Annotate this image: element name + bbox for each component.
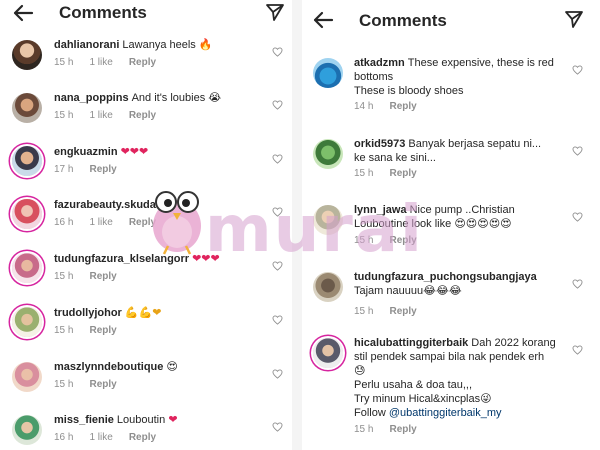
comment-username[interactable]: nana_poppins — [54, 92, 129, 104]
avatar[interactable] — [12, 253, 42, 283]
heart-outline-icon[interactable] — [572, 345, 583, 355]
heart-outline-icon[interactable] — [272, 154, 283, 164]
comment-username[interactable]: trudollyjohor — [54, 307, 122, 319]
reply-button[interactable]: Reply — [89, 271, 116, 282]
paper-plane-icon[interactable] — [265, 2, 285, 22]
comment-username[interactable]: miss_fienie — [54, 414, 114, 426]
bird-mascot-icon — [153, 191, 201, 255]
avatar[interactable] — [12, 199, 42, 229]
comment-time: 14 h — [354, 101, 374, 112]
comment-time: 15 h — [54, 57, 74, 68]
avatar[interactable] — [12, 415, 42, 445]
comment-emoji: ❤ — [168, 413, 178, 426]
comment-time: 17 h — [54, 164, 74, 175]
comment-text-line2: ke sana ke sini... — [354, 152, 436, 164]
reply-button[interactable]: Reply — [389, 306, 416, 317]
heart-outline-icon[interactable] — [572, 146, 583, 156]
comment-text-line3: Perlu usaha & doa tau,,, — [354, 379, 473, 391]
avatar[interactable] — [313, 338, 343, 368]
reply-button[interactable]: Reply — [89, 379, 116, 390]
comment-time: 15 h — [354, 306, 374, 317]
comments-header: Comments — [302, 0, 600, 36]
comment-username[interactable]: maszlynndeboutique — [54, 361, 163, 373]
comment-username[interactable]: engkuazmin — [54, 146, 118, 158]
reply-button[interactable]: Reply — [129, 110, 156, 121]
paper-plane-icon[interactable] — [564, 9, 584, 29]
reply-button[interactable]: Reply — [129, 432, 156, 443]
comment-emoji: 😍 — [166, 360, 178, 373]
comment-time: 15 h — [354, 168, 374, 179]
comment-likes[interactable]: 1 like — [89, 57, 112, 68]
comment-time: 16 h — [54, 217, 74, 228]
avatar[interactable] — [313, 58, 343, 88]
heart-outline-icon[interactable] — [272, 47, 283, 57]
comment-text: And it's loubies — [131, 92, 206, 104]
comment-time: 15 h — [54, 110, 74, 121]
comment-username[interactable]: hicalubattinggiterbaik — [354, 337, 468, 349]
comment-emoji: 😭 — [208, 91, 222, 104]
avatar[interactable] — [12, 307, 42, 337]
mention-link[interactable]: @ubattinggiterbaik_my — [389, 407, 502, 419]
heart-outline-icon[interactable] — [272, 422, 283, 432]
avatar[interactable] — [12, 146, 42, 176]
comment-username[interactable]: atkadzmn — [354, 57, 405, 69]
comment-time: 15 h — [354, 424, 374, 435]
avatar[interactable] — [12, 40, 42, 70]
comment-username[interactable]: tudungfazura_puchongsubangjaya — [354, 271, 537, 283]
comment-emoji: ❤❤❤ — [120, 145, 149, 158]
comment-emoji: 💪💪❤ — [124, 306, 162, 319]
comment-text: Nice pump ..Christian — [409, 204, 515, 216]
comment-text-line2: These is bloody shoes — [354, 85, 464, 97]
reply-button[interactable]: Reply — [129, 57, 156, 68]
comment-emoji: 😂😂😂 — [423, 284, 462, 297]
arrow-left-icon[interactable] — [312, 10, 334, 30]
reply-button[interactable]: Reply — [89, 325, 116, 336]
comments-header: Comments — [0, 0, 292, 26]
comment-emoji: 😓 — [354, 364, 366, 377]
comment-text-line2: Tajam nauuuu — [354, 285, 424, 297]
reply-button[interactable]: Reply — [389, 101, 416, 112]
avatar[interactable] — [313, 139, 343, 169]
heart-outline-icon[interactable] — [572, 279, 583, 289]
comment-text: Lawanya heels — [122, 39, 196, 51]
heart-outline-icon[interactable] — [272, 100, 283, 110]
avatar[interactable] — [12, 362, 42, 392]
comment-time: 15 h — [54, 271, 74, 282]
comment-time: 16 h — [54, 432, 74, 443]
watermark-logo: murai — [205, 193, 424, 267]
heart-outline-icon[interactable] — [272, 315, 283, 325]
heart-outline-icon[interactable] — [572, 65, 583, 75]
comment-text-line4: Try minum Hical&xincplas — [354, 393, 481, 405]
comment-username[interactable]: dahlianorani — [54, 39, 119, 51]
comment-text: Louboutin — [116, 414, 166, 426]
comment-text: Banyak berjasa sepatu ni... — [408, 138, 542, 150]
reply-button[interactable]: Reply — [389, 168, 416, 179]
heart-outline-icon[interactable] — [272, 369, 283, 379]
comment-emoji: 🔥 — [198, 38, 213, 51]
comment-text-line5: Follow — [354, 407, 386, 419]
comment-time: 15 h — [54, 379, 74, 390]
reply-button[interactable]: Reply — [389, 424, 416, 435]
comment-emoji: 😍😍😍😍😍 — [454, 217, 512, 230]
heart-outline-icon[interactable] — [572, 212, 583, 222]
comment-likes[interactable]: 1 like — [89, 217, 112, 228]
avatar[interactable] — [12, 93, 42, 123]
reply-button[interactable]: Reply — [89, 164, 116, 175]
page-title: Comments — [59, 3, 147, 22]
comment-likes[interactable]: 1 like — [89, 432, 112, 443]
avatar[interactable] — [313, 272, 343, 302]
comment-time: 15 h — [54, 325, 74, 336]
comment-username[interactable]: orkid5973 — [354, 138, 405, 150]
comment-emoji-2: 😜 — [480, 392, 492, 405]
arrow-left-icon[interactable] — [12, 3, 34, 23]
comment-likes[interactable]: 1 like — [89, 110, 112, 121]
comment-text-line2: stil pendek sampai bila nak pendek erh — [354, 351, 545, 363]
comment-text: Dah 2022 korang — [471, 337, 556, 349]
page-title: Comments — [359, 11, 447, 30]
